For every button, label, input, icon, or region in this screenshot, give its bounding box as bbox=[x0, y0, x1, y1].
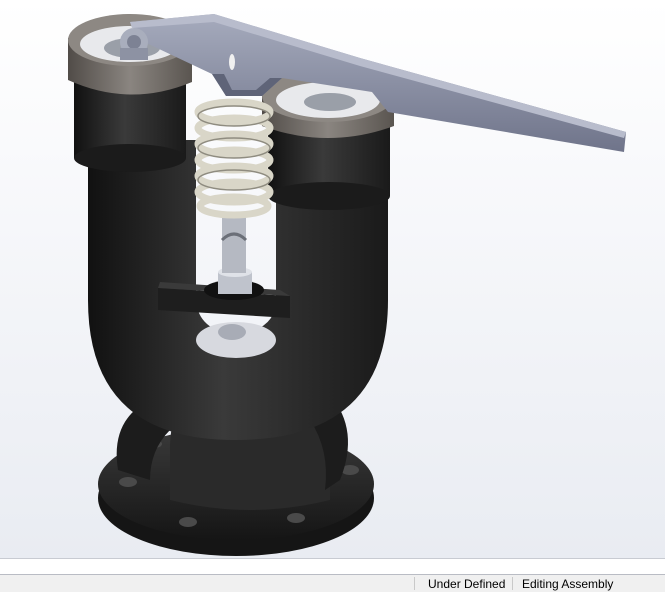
status-separator bbox=[512, 577, 513, 590]
solidworks-window: Under Defined Editing Assembly bbox=[0, 0, 665, 592]
definition-state-label: Under Defined bbox=[428, 577, 506, 591]
assembly-model[interactable] bbox=[0, 0, 665, 558]
status-separator bbox=[414, 577, 415, 590]
viewport-border bbox=[0, 558, 665, 559]
edit-mode-label[interactable]: Editing Assembly bbox=[522, 577, 613, 591]
graphics-area[interactable] bbox=[0, 0, 665, 558]
spring[interactable] bbox=[194, 98, 274, 273]
status-bar: Under Defined Editing Assembly bbox=[0, 574, 665, 592]
